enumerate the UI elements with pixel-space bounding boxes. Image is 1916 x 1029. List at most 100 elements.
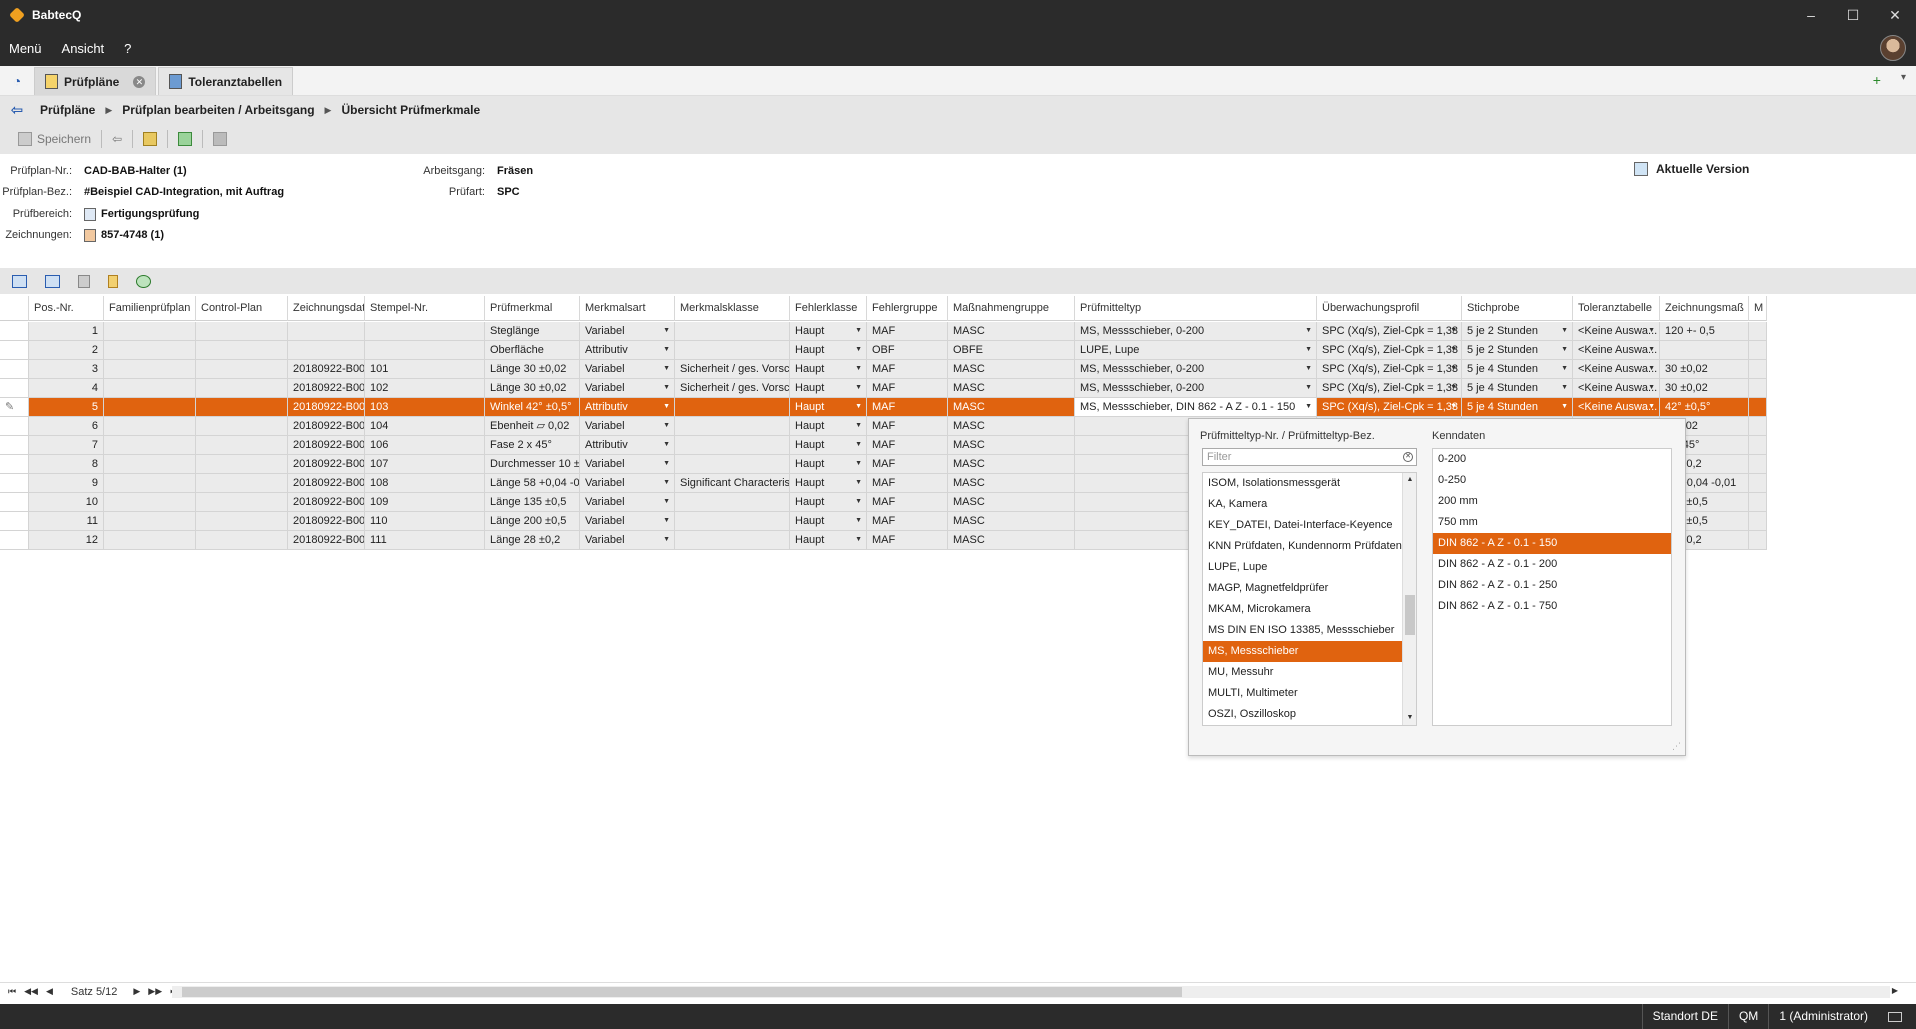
key-icon[interactable]	[108, 274, 118, 288]
chevron-down-icon[interactable]: ▼	[663, 360, 670, 378]
cell-pm[interactable]: Ebenheit ▱ 0,02	[485, 417, 580, 435]
add-tab-icon[interactable]: +	[1873, 72, 1881, 88]
column-chooser-icon[interactable]	[45, 274, 60, 288]
cell-fam[interactable]	[104, 474, 196, 492]
cell-mg[interactable]: MASC	[948, 493, 1075, 511]
cell-pos[interactable]: 8	[29, 455, 104, 473]
cell-tt[interactable]: <Keine Auswa...▼	[1573, 379, 1660, 397]
column-header[interactable]: Stempel-Nr.	[365, 296, 485, 321]
cell-fam[interactable]	[104, 417, 196, 435]
cell-pos[interactable]: 4	[29, 379, 104, 397]
cell-st[interactable]: 104	[365, 417, 485, 435]
cell-pt[interactable]: LUPE, Lupe ▼	[1075, 341, 1317, 359]
cell-fk[interactable]: Haupt ▼	[790, 531, 867, 549]
column-header[interactable]: Stichprobe	[1462, 296, 1573, 321]
cell-mk[interactable]	[675, 493, 790, 511]
column-header[interactable]: M	[1749, 296, 1767, 321]
chevron-down-icon[interactable]: ▼	[663, 493, 670, 511]
cell-pm[interactable]: Länge 30 ±0,02	[485, 360, 580, 378]
cell-st[interactable]: 101	[365, 360, 485, 378]
cell-pos[interactable]: 12	[29, 531, 104, 549]
chevron-down-icon[interactable]: ▼	[855, 512, 862, 530]
horizontal-scrollbar[interactable]	[172, 986, 1890, 998]
list-item[interactable]: 0-250	[1433, 470, 1671, 491]
cell-ma[interactable]: Attributiv ▼	[580, 341, 675, 359]
clear-filter-icon[interactable]: ✕	[1403, 452, 1413, 462]
cell-fam[interactable]	[104, 322, 196, 340]
cell-cp[interactable]	[196, 531, 288, 549]
cell-ma[interactable]: Attributiv ▼	[580, 436, 675, 454]
chevron-down-icon[interactable]: ▼	[855, 455, 862, 473]
cell-st[interactable]: 103	[365, 398, 485, 416]
save-button[interactable]: Speichern	[10, 127, 99, 151]
chevron-down-icon[interactable]: ▾	[1901, 72, 1906, 88]
cell-pos[interactable]: 6	[29, 417, 104, 435]
cell-cp[interactable]	[196, 436, 288, 454]
cell-zd[interactable]: 20180922-B001-R1	[288, 493, 365, 511]
cell-cp[interactable]	[196, 512, 288, 530]
cell-up[interactable]: SPC (Xq/s), Ziel-Cpk = 1,33 ▼	[1317, 398, 1462, 416]
cell-m[interactable]	[1749, 417, 1767, 435]
cell-zd[interactable]	[288, 341, 365, 359]
cell-mk[interactable]	[675, 455, 790, 473]
cell-ma[interactable]: Variabel ▼	[580, 455, 675, 473]
list-item[interactable]: LUPE, Lupe	[1203, 557, 1402, 578]
table-row[interactable]: 2 Oberfläche Attributiv ▼ Haupt ▼ OBF OBFE LUPE,…	[0, 341, 1767, 360]
cell-zm[interactable]: 30 ±0,02	[1660, 379, 1749, 397]
cell-fk[interactable]: Haupt ▼	[790, 341, 867, 359]
cell-fk[interactable]: Haupt ▼	[790, 398, 867, 416]
chevron-down-icon[interactable]: ▼	[1450, 322, 1457, 340]
list-item[interactable]: DIN 862 - A Z - 0.1 - 150	[1433, 533, 1671, 554]
cell-tt[interactable]: <Keine Auswa...▼	[1573, 341, 1660, 359]
list-item[interactable]: 200 mm	[1433, 491, 1671, 512]
cell-up[interactable]: SPC (Xq/s), Ziel-Cpk = 1,33 ▼	[1317, 360, 1462, 378]
cell-cp[interactable]	[196, 474, 288, 492]
cell-fg[interactable]: MAF	[867, 379, 948, 397]
prev-record-icon[interactable]: ◀	[42, 986, 57, 997]
chevron-down-icon[interactable]: ▼	[663, 398, 670, 416]
column-header[interactable]: Familienprüfplan	[104, 296, 196, 321]
cell-m[interactable]	[1749, 379, 1767, 397]
cell-ma[interactable]: Variabel ▼	[580, 379, 675, 397]
list-item[interactable]: 0-200	[1433, 449, 1671, 470]
chevron-down-icon[interactable]: ▼	[1561, 341, 1568, 359]
chevron-down-icon[interactable]: ▼	[663, 379, 670, 397]
cell-pm[interactable]: Länge 135 ±0,5	[485, 493, 580, 511]
cell-zm[interactable]: 30 ±0,02	[1660, 360, 1749, 378]
cell-pm[interactable]: Steglänge	[485, 322, 580, 340]
chevron-down-icon[interactable]: ▼	[1648, 379, 1655, 397]
cell-pos[interactable]: 9	[29, 474, 104, 492]
scroll-down-icon[interactable]: ▼	[1403, 711, 1416, 725]
cell-sp[interactable]: 5 je 2 Stunden ▼	[1462, 341, 1573, 359]
chevron-down-icon[interactable]: ▼	[1305, 379, 1312, 397]
menu-item-menue[interactable]: Menü	[0, 41, 52, 56]
grid-view-icon[interactable]	[12, 274, 27, 288]
cell-m[interactable]	[1749, 493, 1767, 511]
cell-m[interactable]	[1749, 341, 1767, 359]
chevron-down-icon[interactable]: ▼	[1305, 398, 1312, 416]
list-item[interactable]: MS DIN EN ISO 13385, Messschieber	[1203, 620, 1402, 641]
cell-sp[interactable]: 5 je 4 Stunden ▼	[1462, 379, 1573, 397]
cell-fg[interactable]: MAF	[867, 436, 948, 454]
cell-fg[interactable]: MAF	[867, 474, 948, 492]
chevron-down-icon[interactable]: ▼	[663, 417, 670, 435]
list-item[interactable]: 750 mm	[1433, 512, 1671, 533]
list-item[interactable]: MKAM, Microkamera	[1203, 599, 1402, 620]
cell-mk[interactable]	[675, 417, 790, 435]
chevron-down-icon[interactable]: ▼	[1648, 360, 1655, 378]
cell-st[interactable]: 108	[365, 474, 485, 492]
cell-mk[interactable]: Sicherheit / ges. Vorschrift	[675, 360, 790, 378]
chevron-down-icon[interactable]: ▼	[855, 436, 862, 454]
chevron-down-icon[interactable]: ▼	[663, 322, 670, 340]
cell-fam[interactable]	[104, 341, 196, 359]
chevron-down-icon[interactable]: ▼	[663, 341, 670, 359]
cell-fg[interactable]: MAF	[867, 531, 948, 549]
table-row[interactable]: ✎ 5 20180922-B001-R1 103 Winkel 42° ±0,5° Att…	[0, 398, 1767, 417]
cell-cp[interactable]	[196, 493, 288, 511]
chevron-down-icon[interactable]: ▼	[1648, 322, 1655, 340]
cell-ma[interactable]: Attributiv ▼	[580, 398, 675, 416]
chevron-down-icon[interactable]: ▼	[663, 531, 670, 549]
cell-zm[interactable]: 120 +- 0,5	[1660, 322, 1749, 340]
chevron-down-icon[interactable]: ▼	[855, 322, 862, 340]
version-button[interactable]: Aktuelle Version	[1634, 162, 1749, 176]
